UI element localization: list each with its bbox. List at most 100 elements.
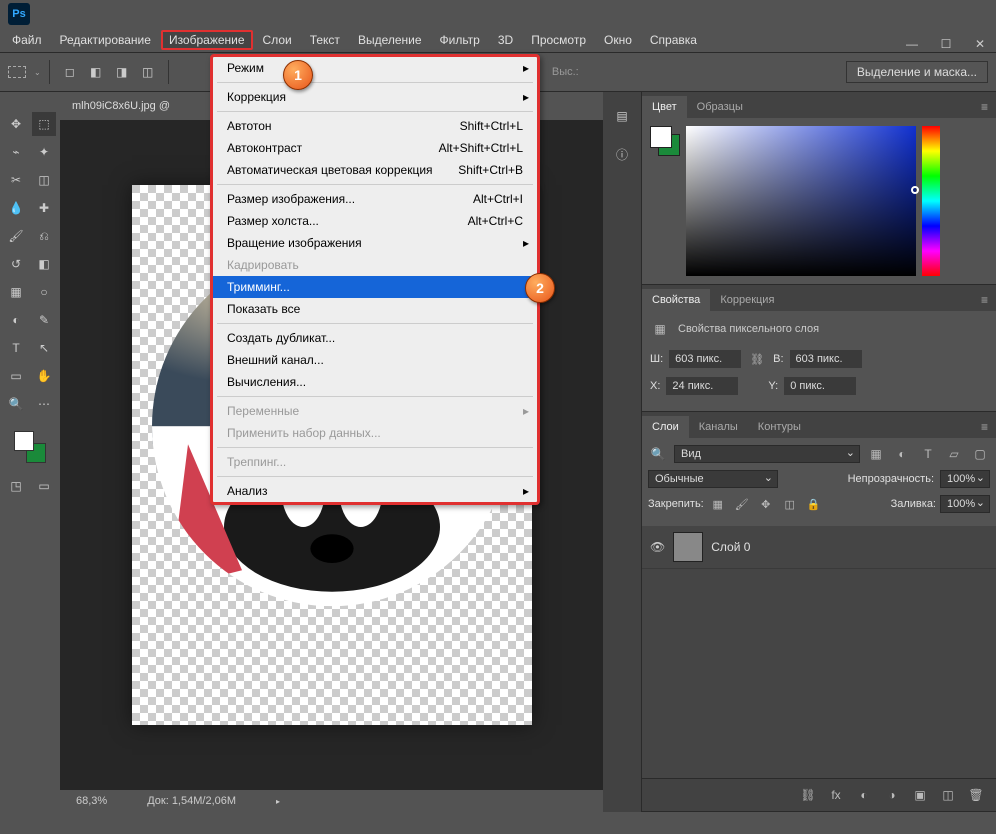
tab-слои[interactable]: Слои: [642, 416, 689, 438]
layer-row[interactable]: 👁 Слой 0: [642, 526, 996, 569]
history-brush-icon[interactable]: ↺: [4, 252, 28, 276]
more-tool-icon[interactable]: ⋯: [32, 392, 56, 416]
tab-свойства[interactable]: Свойства: [642, 289, 710, 311]
visibility-icon[interactable]: 👁: [650, 540, 665, 554]
quickmask-icon[interactable]: ◳: [4, 474, 28, 498]
x-input[interactable]: [666, 377, 738, 395]
menu-item[interactable]: Внешний канал...: [213, 349, 537, 371]
menu-item[interactable]: АвтотонShift+Ctrl+L: [213, 115, 537, 137]
menu-справка[interactable]: Справка: [642, 30, 705, 50]
lock-all-icon[interactable]: 🔒: [804, 494, 824, 514]
menu-слои[interactable]: Слои: [255, 30, 300, 50]
info-panel-icon[interactable]: ⓘ: [610, 142, 634, 166]
menu-фильтр[interactable]: Фильтр: [432, 30, 488, 50]
type-tool-icon[interactable]: T: [4, 336, 28, 360]
menu-item[interactable]: Показать все: [213, 298, 537, 320]
tab-коррекция[interactable]: Коррекция: [710, 289, 784, 311]
menu-item[interactable]: Размер холста...Alt+Ctrl+C: [213, 210, 537, 232]
menu-item[interactable]: АвтоконтрастAlt+Shift+Ctrl+L: [213, 137, 537, 159]
intersect-selection-icon[interactable]: ◫: [136, 60, 160, 84]
panel-menu-icon[interactable]: ≡: [973, 416, 996, 438]
screen-mode-icon[interactable]: ▭: [32, 474, 56, 498]
shape-tool-icon[interactable]: ▭: [4, 364, 28, 388]
color-field[interactable]: [686, 126, 916, 276]
color-swatches[interactable]: [14, 431, 46, 463]
panel-swatches[interactable]: [650, 126, 680, 156]
subtract-selection-icon[interactable]: ◨: [110, 60, 134, 84]
menu-выделение[interactable]: Выделение: [350, 30, 430, 50]
tab-каналы[interactable]: Каналы: [689, 416, 748, 438]
link-layers-icon[interactable]: ⛓: [798, 785, 818, 805]
filter-dropdown[interactable]: Вид: [674, 445, 860, 463]
filter-smart-icon[interactable]: ▢: [970, 444, 990, 464]
menu-item[interactable]: Режим: [213, 57, 537, 79]
lasso-tool-icon[interactable]: ⌁: [4, 140, 28, 164]
brush-tool-icon[interactable]: 🖌: [4, 224, 28, 248]
path-tool-icon[interactable]: ↖: [32, 336, 56, 360]
eraser-tool-icon[interactable]: ◧: [32, 252, 56, 276]
tab-образцы[interactable]: Образцы: [687, 96, 753, 118]
history-panel-icon[interactable]: ▤: [610, 104, 634, 128]
add-selection-icon[interactable]: ◧: [84, 60, 108, 84]
filter-pixel-icon[interactable]: ▦: [866, 444, 886, 464]
fill-input[interactable]: 100%: [940, 495, 990, 513]
delete-icon[interactable]: 🗑: [966, 785, 986, 805]
maximize-icon[interactable]: ☐: [938, 36, 954, 52]
menu-item[interactable]: Создать дубликат...: [213, 327, 537, 349]
group-icon[interactable]: ▣: [910, 785, 930, 805]
menu-item[interactable]: Вращение изображения: [213, 232, 537, 254]
lock-trans-icon[interactable]: ▦: [708, 494, 728, 514]
adjustment-icon[interactable]: ◑: [882, 785, 902, 805]
pen-tool-icon[interactable]: ✎: [32, 308, 56, 332]
tab-контуры[interactable]: Контуры: [748, 416, 811, 438]
menu-item[interactable]: Вычисления...: [213, 371, 537, 393]
link-icon[interactable]: ⛓: [747, 349, 767, 369]
menu-item[interactable]: Анализ: [213, 480, 537, 502]
menu-item[interactable]: Размер изображения...Alt+Ctrl+I: [213, 188, 537, 210]
marquee-tool-icon[interactable]: ⬚: [32, 112, 56, 136]
menu-файл[interactable]: Файл: [4, 30, 50, 50]
new-selection-icon[interactable]: ◻: [58, 60, 82, 84]
close-icon[interactable]: ✕: [972, 36, 988, 52]
wand-tool-icon[interactable]: ✦: [32, 140, 56, 164]
menu-просмотр[interactable]: Просмотр: [523, 30, 594, 50]
minimize-icon[interactable]: —: [904, 36, 920, 52]
menu-изображение[interactable]: Изображение: [161, 30, 253, 50]
lock-paint-icon[interactable]: 🖌: [732, 494, 752, 514]
clone-tool-icon[interactable]: ⎌: [32, 224, 56, 248]
frame-tool-icon[interactable]: ◫: [32, 168, 56, 192]
menu-3d[interactable]: 3D: [490, 30, 521, 50]
mask-button[interactable]: Выделение и маска...: [846, 61, 988, 83]
menu-item[interactable]: Тримминг...: [213, 276, 537, 298]
hue-slider[interactable]: [922, 126, 940, 276]
filter-adjust-icon[interactable]: ◐: [892, 444, 912, 464]
marquee-tool-icon[interactable]: [8, 66, 26, 78]
new-layer-icon[interactable]: ◫: [938, 785, 958, 805]
filter-type-icon[interactable]: T: [918, 444, 938, 464]
menu-item[interactable]: Автоматическая цветовая коррекцияShift+C…: [213, 159, 537, 181]
panel-menu-icon[interactable]: ≡: [973, 96, 996, 118]
menu-редактирование[interactable]: Редактирование: [52, 30, 159, 50]
panel-menu-icon[interactable]: ≡: [973, 289, 996, 311]
gradient-tool-icon[interactable]: ▦: [4, 280, 28, 304]
hand-tool-icon[interactable]: ✋: [32, 364, 56, 388]
eyedropper-tool-icon[interactable]: 💧: [4, 196, 28, 220]
fx-icon[interactable]: fx: [826, 785, 846, 805]
blur-tool-icon[interactable]: ○: [32, 280, 56, 304]
filter-shape-icon[interactable]: ▱: [944, 444, 964, 464]
crop-tool-icon[interactable]: ✂: [4, 168, 28, 192]
dodge-tool-icon[interactable]: ◐: [4, 308, 28, 332]
healing-tool-icon[interactable]: ✚: [32, 196, 56, 220]
menu-окно[interactable]: Окно: [596, 30, 640, 50]
y-input[interactable]: [784, 377, 856, 395]
move-tool-icon[interactable]: ✥: [4, 112, 28, 136]
tab-цвет[interactable]: Цвет: [642, 96, 687, 118]
zoom-tool-icon[interactable]: 🔍: [4, 392, 28, 416]
lock-artboard-icon[interactable]: ◫: [780, 494, 800, 514]
width-input[interactable]: [669, 350, 741, 368]
opacity-input[interactable]: 100%: [940, 470, 990, 488]
menu-item[interactable]: Коррекция: [213, 86, 537, 108]
blend-mode-dropdown[interactable]: Обычные: [648, 470, 778, 488]
menu-текст[interactable]: Текст: [302, 30, 348, 50]
mask-icon[interactable]: ◐: [854, 785, 874, 805]
